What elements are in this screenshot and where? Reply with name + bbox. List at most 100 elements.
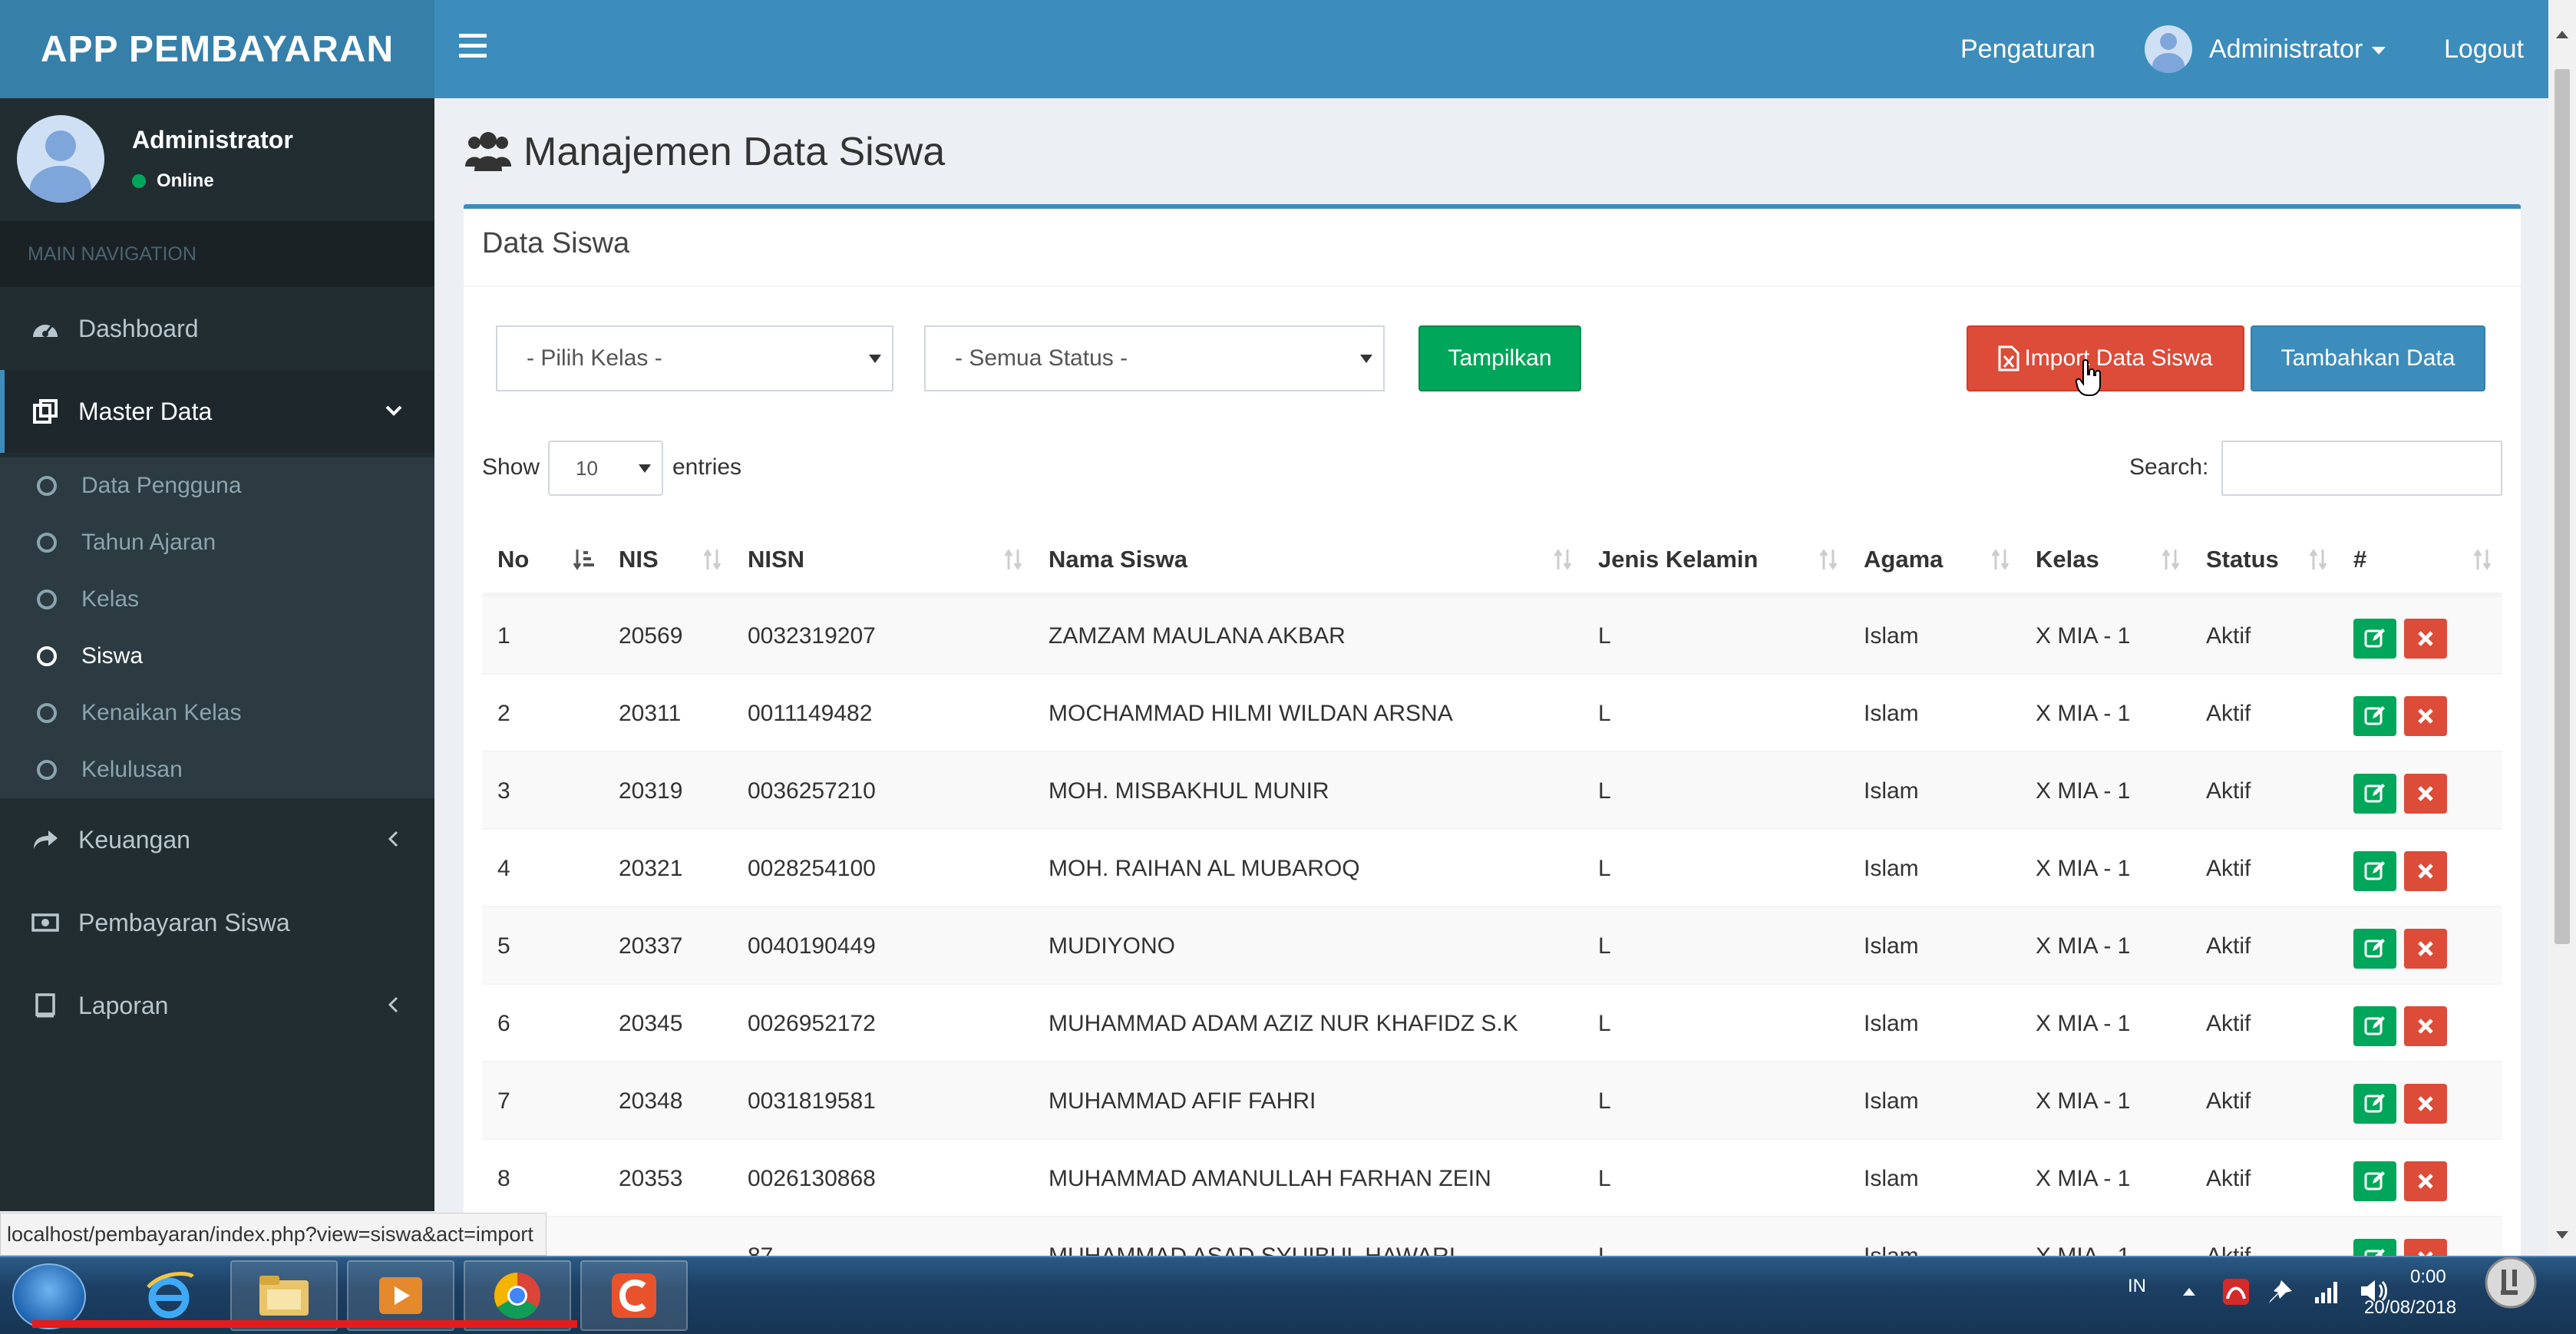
delete-button[interactable] [2404, 696, 2447, 736]
cell-nisn: 0040190449 [748, 933, 876, 959]
table-row: 6 20345 0026952172 MUHAMMAD ADAM AZIZ NUR K… [482, 983, 2502, 1061]
sidebar-item-dashboard[interactable]: Dashboard [0, 287, 434, 370]
edit-button[interactable] [2353, 851, 2396, 891]
scrollbar-thumb[interactable] [2555, 69, 2570, 944]
delete-button[interactable] [2404, 929, 2447, 969]
dashboard-icon [31, 314, 60, 343]
antivirus-tray-icon[interactable] [2221, 1277, 2251, 1306]
table-header: No NIS NISN Nama Siswa Jenis Kelamin Agama Kel… [482, 523, 2502, 596]
sidebar-subitem-kelulusan[interactable]: Kelulusan [37, 741, 183, 798]
class-filter-select[interactable]: - Pilih Kelas - [496, 325, 893, 391]
cell-nama-siswa: ZAMZAM MAULANA AKBAR [1049, 622, 1346, 649]
cell-jenis-kelamin: L [1598, 778, 1611, 804]
circle-icon [37, 646, 57, 666]
import-data-button[interactable]: Import Data Siswa [1967, 325, 2244, 391]
edit-button[interactable] [2353, 774, 2396, 814]
sort-icon[interactable] [2307, 546, 2330, 573]
sort-icon[interactable] [1002, 546, 1025, 573]
edit-button[interactable] [2353, 1161, 2396, 1201]
scroll-up-icon[interactable] [2556, 31, 2568, 38]
page-scrollbar[interactable] [2548, 0, 2576, 1259]
cell-no: 1 [497, 622, 510, 649]
app-taskbar-icon[interactable] [580, 1260, 688, 1331]
delete-button[interactable] [2404, 774, 2447, 814]
cell-status: Aktif [2206, 855, 2251, 881]
sidebar-subitem-kelas[interactable]: Kelas [37, 571, 139, 628]
language-indicator[interactable]: IN [2128, 1276, 2146, 1297]
delete-button[interactable] [2404, 1084, 2447, 1124]
edit-button[interactable] [2353, 619, 2396, 659]
logout-link[interactable]: Logout [2444, 0, 2524, 98]
tray-expand-icon[interactable] [2181, 1286, 2197, 1297]
online-status-label: Online [157, 170, 214, 191]
sort-icon[interactable] [1990, 546, 2013, 573]
sidebar-subitem-label: Siswa [81, 643, 144, 669]
status-filter-select[interactable]: - Semua Status - [924, 325, 1385, 391]
cell-jenis-kelamin: L [1598, 855, 1611, 881]
circle-icon [37, 760, 57, 780]
sort-icon[interactable] [1552, 546, 1575, 573]
network-signal-icon[interactable] [2312, 1276, 2343, 1306]
entries-length-select[interactable]: 10 [548, 441, 663, 496]
sidebar-item-pembayaran-siswa[interactable]: Pembayaran Siswa [0, 881, 434, 964]
cell-kelas: X MIA - 1 [2036, 1165, 2131, 1191]
table-row: 7 20348 0031819581 MUHAMMAD AFIF FAHRI L Isla… [482, 1061, 2502, 1138]
edit-icon [2364, 1094, 2385, 1113]
sidebar-item-master-data[interactable]: Master Data [0, 370, 434, 453]
edit-icon [2364, 706, 2385, 725]
page-title: Manajemen Data Siswa [464, 123, 945, 181]
cell-nisn: 0026130868 [748, 1165, 876, 1191]
sidebar-subitem-tahun-ajaran[interactable]: Tahun Ajaran [37, 514, 216, 571]
cell-status: Aktif [2206, 622, 2251, 649]
sidebar-subitem-data-pengguna[interactable]: Data Pengguna [37, 457, 242, 514]
sort-icon[interactable] [2472, 546, 2495, 573]
pin-tray-icon[interactable] [2266, 1277, 2295, 1306]
sidebar-toggle-icon[interactable] [459, 34, 487, 64]
cell-nis: 20321 [619, 855, 683, 881]
chevron-left-icon [388, 996, 398, 1013]
column-header-nisn[interactable]: NISN [732, 523, 1033, 596]
close-icon [2418, 631, 2433, 646]
edit-button[interactable] [2353, 1006, 2396, 1046]
sidebar-item-laporan[interactable]: Laporan [0, 964, 434, 1047]
clock-date[interactable]: 20/08/2018 [2364, 1297, 2456, 1319]
cell-jenis-kelamin: L [1598, 622, 1611, 649]
app-logo[interactable]: APP PEMBAYARAN [0, 0, 434, 98]
delete-button[interactable] [2404, 1006, 2447, 1046]
table-row: 1 20569 0032319207 ZAMZAM MAULANA AKBAR L Isl… [482, 596, 2502, 673]
edit-button[interactable] [2353, 929, 2396, 969]
scroll-down-icon[interactable] [2556, 1231, 2568, 1239]
delete-button[interactable] [2404, 1161, 2447, 1201]
nav-header: MAIN NAVIGATION [0, 221, 434, 287]
show-button[interactable]: Tampilkan [1418, 325, 1581, 391]
add-data-button[interactable]: Tambahkan Data [2251, 325, 2485, 391]
cell-no: 5 [497, 933, 510, 959]
delete-button[interactable] [2404, 619, 2447, 659]
sidebar-item-label: Master Data [78, 397, 213, 425]
settings-link[interactable]: Pengaturan [1960, 0, 2095, 98]
sort-icon[interactable] [702, 546, 725, 573]
subscribe-badge-icon[interactable] [2484, 1256, 2538, 1309]
cell-nisn: 0031819581 [748, 1088, 876, 1114]
column-header-jenis-kelamin[interactable]: Jenis Kelamin [1583, 523, 1848, 596]
delete-button[interactable] [2404, 851, 2447, 891]
sidebar-subitem-siswa[interactable]: Siswa [37, 628, 143, 685]
import-data-label: Import Data Siswa [2024, 345, 2213, 371]
cell-nisn: 0011149482 [748, 700, 873, 726]
online-status: Online [132, 170, 214, 192]
column-header-nama-siswa[interactable]: Nama Siswa [1033, 523, 1583, 596]
cell-nis: 20311 [619, 700, 682, 726]
edit-button[interactable] [2353, 1084, 2396, 1124]
sort-ascending-icon[interactable] [573, 546, 596, 573]
avatar [2145, 25, 2192, 73]
user-menu[interactable]: Administrator [2145, 0, 2386, 98]
edit-icon [2364, 784, 2385, 803]
clock-time[interactable]: 0:00 [2410, 1266, 2446, 1288]
sort-icon[interactable] [1818, 546, 1841, 573]
sidebar-item-keuangan[interactable]: Keuangan [0, 798, 434, 881]
edit-button[interactable] [2353, 696, 2396, 736]
sort-icon[interactable] [2160, 546, 2183, 573]
cell-nisn: 0028254100 [748, 855, 876, 881]
sidebar-subitem-kenaikan-kelas[interactable]: Kenaikan Kelas [37, 685, 241, 741]
search-input[interactable] [2221, 441, 2502, 496]
